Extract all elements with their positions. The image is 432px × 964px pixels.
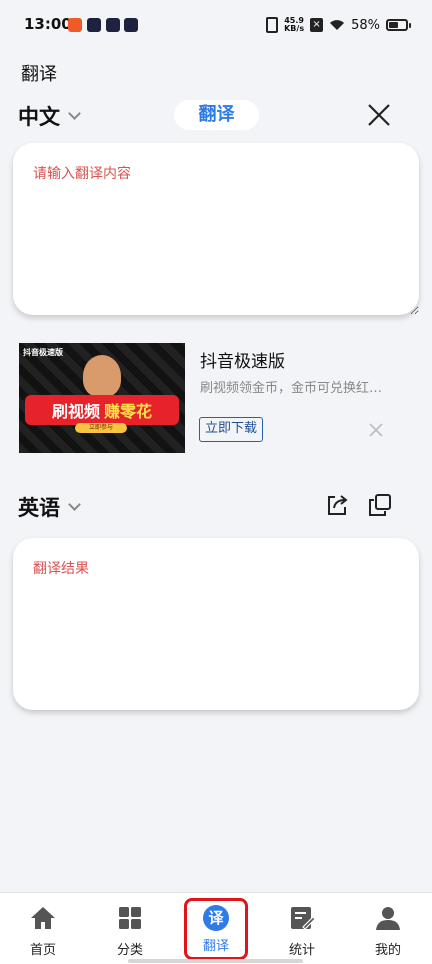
ad-description: 刷视频领金币，金币可兑换红…	[200, 381, 383, 396]
ad-banner-right: 赚零花	[104, 402, 153, 421]
app-notification-icon	[106, 18, 120, 32]
ad-image[interactable]: 抖音极速版 刷视频 赚零花 立即参与	[19, 343, 185, 453]
app-notification-icon	[87, 18, 101, 32]
source-text-card: 请输入翻译内容	[13, 143, 419, 315]
target-language-selector[interactable]: 英语	[18, 487, 81, 527]
close-icon[interactable]	[366, 102, 392, 128]
home-icon	[31, 907, 55, 929]
nav-item-stats[interactable]: 统计	[272, 905, 332, 958]
person-icon	[376, 907, 400, 930]
stats-edit-icon	[291, 907, 316, 930]
network-speed: 45.9 KB/s	[284, 17, 304, 33]
chevron-down-icon	[68, 106, 81, 120]
ad-image-label: 抖音极速版	[23, 348, 63, 357]
page-title: 翻译	[21, 64, 57, 85]
no-sim-icon: ×	[310, 18, 324, 32]
network-speed-unit: KB/s	[284, 24, 305, 33]
ad-download-button[interactable]: 立即下载	[199, 417, 264, 442]
ad-banner-sub: 立即参与	[75, 423, 127, 433]
ad-mascot-image	[83, 355, 121, 397]
ad-unit: 抖音极速版 刷视频 赚零花 立即参与 抖音极速版 刷视频领金币，金币可兑换红… …	[19, 343, 411, 455]
status-indicators: 45.9 KB/s × 58%	[266, 14, 411, 36]
ad-banner-left: 刷视频	[51, 402, 100, 421]
screen: 13:00 45.9 KB/s × 58% 翻译 中文 翻译 请输入翻译内容 抖…	[0, 0, 432, 964]
source-language-label: 中文	[18, 105, 60, 129]
status-time: 13:00	[24, 15, 72, 33]
ad-title[interactable]: 抖音极速版	[200, 347, 285, 372]
active-tab-highlight	[184, 898, 248, 960]
result-text-card: 翻译结果	[13, 538, 419, 710]
status-bar: 13:00 45.9 KB/s × 58%	[0, 0, 432, 50]
nav-label-category: 分类	[116, 943, 143, 958]
battery-level	[389, 22, 398, 28]
home-indicator[interactable]	[128, 959, 303, 963]
nav-item-home[interactable]: 首页	[13, 905, 73, 958]
share-icon[interactable]	[325, 493, 349, 517]
result-placeholder: 翻译结果	[33, 561, 89, 577]
ad-banner: 刷视频 赚零花	[25, 395, 179, 425]
app-notification-icon	[68, 18, 82, 32]
ad-close-icon[interactable]	[369, 423, 383, 437]
grid-icon	[119, 907, 141, 929]
vibrate-icon	[266, 17, 279, 33]
nav-item-category[interactable]: 分类	[100, 905, 160, 958]
nav-label-home: 首页	[29, 943, 56, 958]
nav-label-mine: 我的	[374, 943, 401, 958]
target-language-label: 英语	[18, 496, 60, 520]
translate-button[interactable]: 翻译	[174, 100, 259, 130]
battery-icon	[386, 19, 411, 31]
nav-label-stats: 统计	[288, 943, 315, 958]
copy-icon[interactable]	[368, 493, 392, 517]
nav-item-mine[interactable]: 我的	[358, 905, 418, 958]
battery-percent: 58%	[351, 17, 380, 33]
source-language-selector[interactable]: 中文	[18, 96, 81, 136]
source-text-placeholder: 请输入翻译内容	[33, 166, 131, 182]
app-notification-icon	[124, 18, 138, 32]
battery-tip	[409, 23, 411, 28]
wifi-icon	[330, 20, 345, 30]
chevron-down-icon	[68, 497, 81, 511]
